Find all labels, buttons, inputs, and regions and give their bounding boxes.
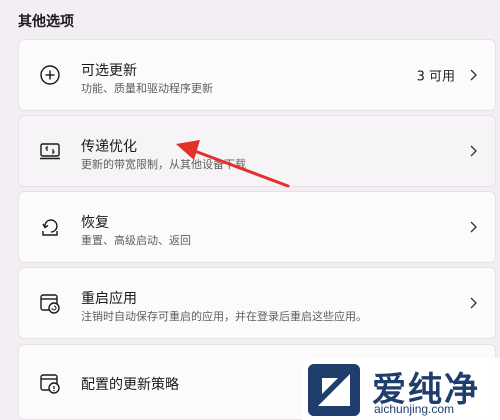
- item-subtitle: 功能、质量和驱动程序更新: [81, 82, 213, 95]
- item-subtitle: 注销时自动保存可重启的应用，并在登录后重启这些应用。: [81, 310, 367, 323]
- item-title: 配置的更新策略: [81, 377, 179, 393]
- watermark-logo-icon: [308, 364, 360, 416]
- recovery-item[interactable]: 恢复 重置、高级启动、返回: [18, 191, 496, 263]
- item-subtitle: 重置、高级启动、返回: [81, 234, 191, 247]
- item-title: 可选更新: [81, 63, 137, 79]
- optional-updates-item[interactable]: 可选更新 功能、质量和驱动程序更新 3 可用: [18, 39, 496, 111]
- item-title: 重启应用: [81, 291, 137, 307]
- item-title: 传递优化: [81, 139, 137, 155]
- delivery-optimization-icon: [40, 143, 60, 160]
- chevron-right-icon: [470, 145, 477, 157]
- available-count: 3 可用: [416, 69, 455, 85]
- delivery-optimization-item[interactable]: 传递优化 更新的带宽限制，从其他设备下载: [18, 115, 496, 187]
- watermark: 爱纯净 aichunjing.com: [302, 358, 500, 420]
- recovery-icon: [42, 219, 58, 236]
- item-title: 恢复: [81, 215, 109, 231]
- item-subtitle: 更新的带宽限制，从其他设备下载: [81, 158, 246, 171]
- chevron-right-icon: [470, 69, 477, 81]
- restart-apps-item[interactable]: 重启应用 注销时自动保存可重启的应用，并在登录后重启这些应用。: [18, 267, 496, 339]
- chevron-right-icon: [470, 221, 477, 233]
- watermark-url: aichunjing.com: [374, 402, 455, 416]
- chevron-right-icon: [470, 297, 477, 309]
- update-policy-icon: [40, 374, 60, 394]
- plus-circle-icon: [40, 65, 60, 85]
- restart-apps-icon: [40, 294, 60, 314]
- section-title: 其他选项: [18, 14, 74, 30]
